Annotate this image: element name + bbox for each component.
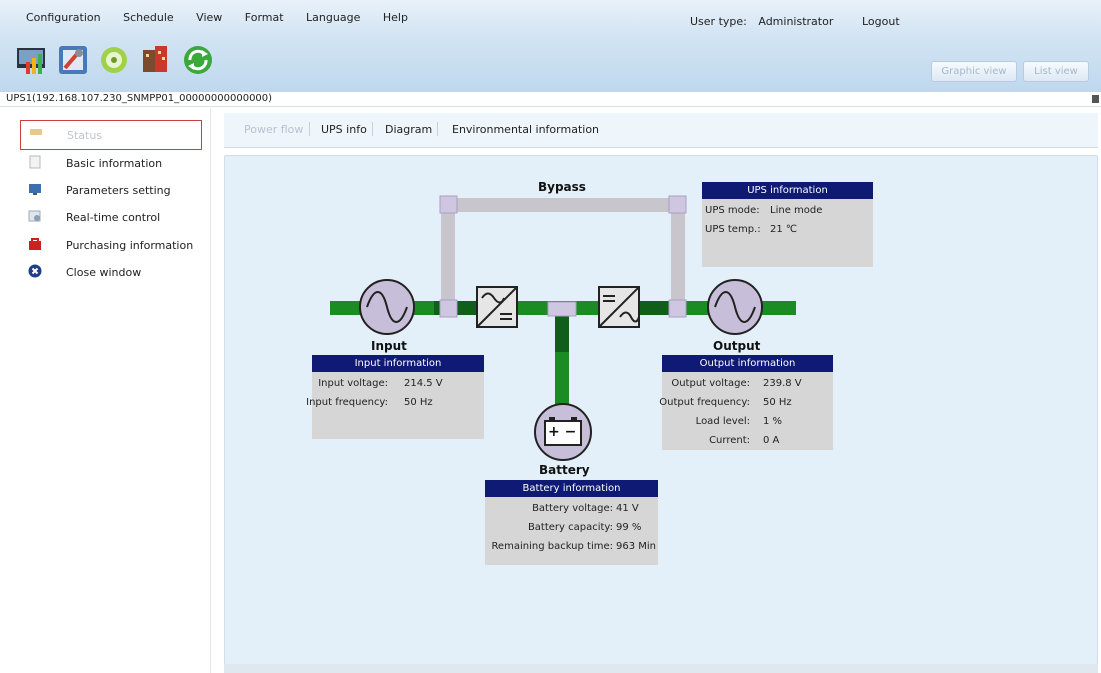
- output-voltage-value: 239.8 V: [763, 378, 802, 389]
- input-info-title: Input information: [312, 355, 484, 372]
- bypass-junction-left: [439, 195, 458, 214]
- current-value: 0 A: [763, 435, 780, 446]
- input-voltage-label: Input voltage:: [318, 378, 388, 389]
- output-label: Output: [713, 339, 761, 353]
- bypass-junction-right: [668, 195, 687, 214]
- battery-info-title: Battery information: [485, 480, 658, 497]
- backup-time-value: 963 Min: [616, 541, 657, 552]
- battery-capacity-label: Battery capacity:: [527, 522, 613, 533]
- bus-junction-left: [439, 299, 458, 318]
- battery-capacity-value: 99 %: [616, 522, 642, 533]
- input-frequency-value: 50 Hz: [404, 397, 433, 408]
- battery-junction: [547, 301, 577, 317]
- bypass-label: Bypass: [538, 180, 586, 194]
- ups-mode-value: Line mode: [770, 205, 823, 216]
- battery-info-box: Battery information Battery voltage: 41 …: [485, 480, 658, 565]
- backup-time-label: Remaining backup time:: [491, 541, 613, 552]
- load-level-label: Load level:: [695, 416, 750, 427]
- bypass-right-riser: [671, 198, 685, 308]
- output-info-title: Output information: [662, 355, 833, 372]
- power-flow-diagram: [330, 195, 796, 461]
- bus-junction-right: [668, 299, 687, 318]
- ups-temp-value: 21 ℃: [770, 224, 798, 235]
- input-label: Input: [371, 339, 407, 353]
- battery-voltage-label: Battery voltage:: [532, 503, 613, 514]
- ups-info-box: UPS information UPS mode: Line mode UPS …: [702, 182, 873, 267]
- ups-mode-label: UPS mode:: [705, 205, 760, 216]
- output-voltage-label: Output voltage:: [671, 378, 750, 389]
- battery-voltage-value: 41 V: [616, 503, 639, 514]
- input-voltage-value: 214.5 V: [404, 378, 443, 389]
- load-level-value: 1 %: [763, 416, 783, 427]
- bypass-left-riser: [441, 198, 455, 308]
- ups-info-title: UPS information: [702, 182, 873, 199]
- battery-symbol: + −: [548, 424, 577, 440]
- input-frequency-label: Input frequency:: [306, 397, 388, 408]
- battery-line-dark: [555, 312, 569, 352]
- battery-label: Battery: [539, 463, 590, 477]
- current-label: Current:: [709, 435, 750, 446]
- output-frequency-value: 50 Hz: [763, 397, 792, 408]
- bypass-line: [441, 198, 685, 212]
- output-frequency-label: Output frequency:: [659, 397, 750, 408]
- output-info-box: Output information Output voltage: 239.8…: [659, 355, 833, 450]
- ups-temp-label: UPS temp.:: [705, 224, 761, 235]
- input-info-box: Input information Input voltage: 214.5 V…: [306, 355, 484, 439]
